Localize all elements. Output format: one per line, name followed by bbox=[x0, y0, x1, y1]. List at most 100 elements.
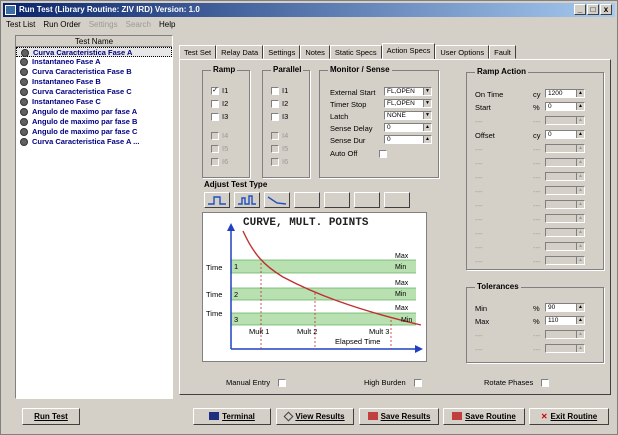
ramp-disabled-input-1[interactable]: ▲ bbox=[545, 116, 585, 125]
pulse-type-button[interactable] bbox=[234, 192, 260, 208]
ramp-disabled-input-3[interactable]: ▲ bbox=[545, 158, 585, 167]
rotate-phases-checkbox[interactable] bbox=[541, 378, 550, 387]
tree-item[interactable]: Instantaneo Fase A bbox=[16, 57, 172, 67]
ramp-i4-checkbox[interactable] bbox=[211, 131, 219, 140]
parallel-i4-checkbox[interactable] bbox=[271, 131, 279, 140]
maximize-button[interactable]: □ bbox=[587, 4, 599, 15]
ramp-i3-checkbox[interactable] bbox=[211, 112, 219, 121]
ramp-i5-checkbox[interactable] bbox=[211, 144, 219, 153]
ramp-i6-checkbox[interactable] bbox=[211, 157, 219, 166]
tab-test-set[interactable]: Test Set bbox=[179, 45, 217, 59]
tree-item[interactable]: Angulo de maximo par fase C bbox=[16, 127, 172, 137]
auto-off-checkbox[interactable] bbox=[379, 149, 388, 158]
exit-routine-button[interactable]: ✕ Exit Routine bbox=[529, 408, 609, 425]
tol-min-input[interactable]: 90 ▲ bbox=[545, 303, 585, 312]
parallel-i2-checkbox[interactable] bbox=[271, 99, 279, 108]
ramp-disabled-input-6[interactable]: ▲ bbox=[545, 200, 585, 209]
empty-type-button-1[interactable] bbox=[294, 192, 320, 208]
latch-select[interactable]: NONE ▼ bbox=[384, 111, 432, 120]
gear-icon bbox=[20, 138, 28, 146]
tab-notes[interactable]: Notes bbox=[300, 45, 330, 59]
gear-icon bbox=[20, 118, 28, 126]
tol-min-unit: % bbox=[533, 304, 540, 313]
mult3-label: Mult 3 bbox=[369, 327, 390, 336]
parallel-i2-label: I2 bbox=[282, 99, 289, 108]
tol-disabled-input-2[interactable]: ▲ bbox=[545, 344, 585, 353]
tab-user-options[interactable]: User Options bbox=[435, 45, 490, 59]
sense-dur-value: 0 bbox=[387, 136, 391, 143]
tree-item[interactable]: Curva Caracteristica Fase B bbox=[16, 67, 172, 77]
ramp-dash-5: --- bbox=[475, 187, 483, 196]
sense-delay-label: Sense Delay bbox=[330, 124, 373, 133]
menu-help[interactable]: Help bbox=[159, 18, 175, 32]
empty-type-button-2[interactable] bbox=[324, 192, 350, 208]
ramp-disabled-input-4[interactable]: ▲ bbox=[545, 172, 585, 181]
menu-search[interactable]: Search bbox=[126, 18, 151, 32]
chevron-down-icon: ▼ bbox=[423, 100, 431, 107]
monitor-sense-group: Monitor / Sense External Start FL,OPEN ▼ … bbox=[319, 65, 439, 178]
on-time-input[interactable]: 1200 ▲ bbox=[545, 89, 585, 98]
tab-static-specs[interactable]: Static Specs bbox=[329, 45, 382, 59]
start-input[interactable]: 0 ▲ bbox=[545, 102, 585, 111]
ramp-i2-checkbox[interactable] bbox=[211, 99, 219, 108]
on-time-unit: cy bbox=[533, 90, 541, 99]
tab-settings[interactable]: Settings bbox=[263, 45, 301, 59]
ramp-i1-checkbox[interactable]: ✓ bbox=[211, 86, 219, 95]
external-start-select[interactable]: FL,OPEN ▼ bbox=[384, 87, 432, 96]
menu-settings[interactable]: Settings bbox=[89, 18, 118, 32]
ramp-disabled-input-2[interactable]: ▲ bbox=[545, 144, 585, 153]
offset-unit: cy bbox=[533, 131, 541, 140]
tab-fault[interactable]: Fault bbox=[489, 45, 516, 59]
tree-item[interactable]: Instantaneo Fase C bbox=[16, 97, 172, 107]
menu-run-order[interactable]: Run Order bbox=[43, 18, 80, 32]
ramp-disabled-input-8[interactable]: ▲ bbox=[545, 228, 585, 237]
parallel-i5-checkbox[interactable] bbox=[271, 144, 279, 153]
save-results-button[interactable]: Save Results bbox=[359, 408, 439, 425]
tol-max-input[interactable]: 110 ▲ bbox=[545, 316, 585, 325]
ramp-disabled-input-10[interactable]: ▲ bbox=[545, 256, 585, 265]
time-label-2: Time bbox=[206, 290, 223, 299]
tree-item[interactable]: Angulo de maximo par fase B bbox=[16, 117, 172, 127]
empty-type-button-3[interactable] bbox=[354, 192, 380, 208]
empty-type-button-4[interactable] bbox=[384, 192, 410, 208]
parallel-i3-checkbox[interactable] bbox=[271, 112, 279, 121]
run-test-button[interactable]: Run Test bbox=[22, 408, 80, 425]
tree-header[interactable]: Test Name bbox=[16, 36, 172, 47]
manual-entry-checkbox[interactable] bbox=[278, 378, 287, 387]
tab-action-specs[interactable]: Action Specs bbox=[381, 43, 436, 59]
view-results-button[interactable]: View Results bbox=[276, 408, 354, 425]
menu-test-list[interactable]: Test List bbox=[6, 18, 35, 32]
action-specs-panel: Ramp ✓ I1 I2 I3 I4 I5 I6 Parallel I1 I2 I… bbox=[179, 59, 611, 395]
ramp-type-button[interactable] bbox=[264, 192, 290, 208]
close-button[interactable]: x bbox=[600, 4, 612, 15]
timer-stop-select[interactable]: FL,OPEN ▼ bbox=[384, 99, 432, 108]
minimize-button[interactable]: _ bbox=[574, 4, 586, 15]
tree-item[interactable]: Angulo de maximo par fase A bbox=[16, 107, 172, 117]
tree-item[interactable]: Curva Caracteristica Fase A ... bbox=[16, 137, 172, 147]
save-routine-label: Save Routine bbox=[465, 412, 516, 421]
terminal-icon bbox=[209, 412, 220, 420]
ramp-disabled-input-9[interactable]: ▲ bbox=[545, 242, 585, 251]
parallel-i1-checkbox[interactable] bbox=[271, 86, 279, 95]
tree-item[interactable]: Curva Caracteristica Fase C bbox=[16, 87, 172, 97]
tol-disabled-input-1[interactable]: ▲ bbox=[545, 330, 585, 339]
step-type-button[interactable] bbox=[204, 192, 230, 208]
adjust-title: Adjust Test Type bbox=[202, 180, 270, 189]
ramp-action-group: Ramp Action On Time cy 1200 ▲ Start % 0 ▲ … bbox=[466, 67, 604, 270]
ramp-disabled-input-7[interactable]: ▲ bbox=[545, 214, 585, 223]
high-burden-checkbox[interactable] bbox=[413, 378, 422, 387]
sense-dur-input[interactable]: 0 ▲ bbox=[384, 135, 432, 144]
tab-relay-data[interactable]: Relay Data bbox=[216, 45, 264, 59]
curve-title: CURVE, MULT. POINTS bbox=[243, 217, 369, 229]
test-tree[interactable]: Test Name Curva Caracteristica Fase A In… bbox=[15, 35, 173, 399]
tree-item[interactable]: Instantaneo Fase B bbox=[16, 77, 172, 87]
offset-input[interactable]: 0 ▲ bbox=[545, 130, 585, 139]
ramp-disabled-input-5[interactable]: ▲ bbox=[545, 186, 585, 195]
sense-delay-input[interactable]: 0 ▲ bbox=[384, 123, 432, 132]
parallel-i6-checkbox[interactable] bbox=[271, 157, 279, 166]
tree-item[interactable]: Curva Caracteristica Fase A bbox=[16, 47, 172, 57]
save-routine-button[interactable]: Save Routine bbox=[443, 408, 525, 425]
terminal-button[interactable]: Terminal bbox=[193, 408, 271, 425]
latch-label: Latch bbox=[330, 112, 349, 121]
timer-stop-label: Timer Stop bbox=[330, 100, 367, 109]
